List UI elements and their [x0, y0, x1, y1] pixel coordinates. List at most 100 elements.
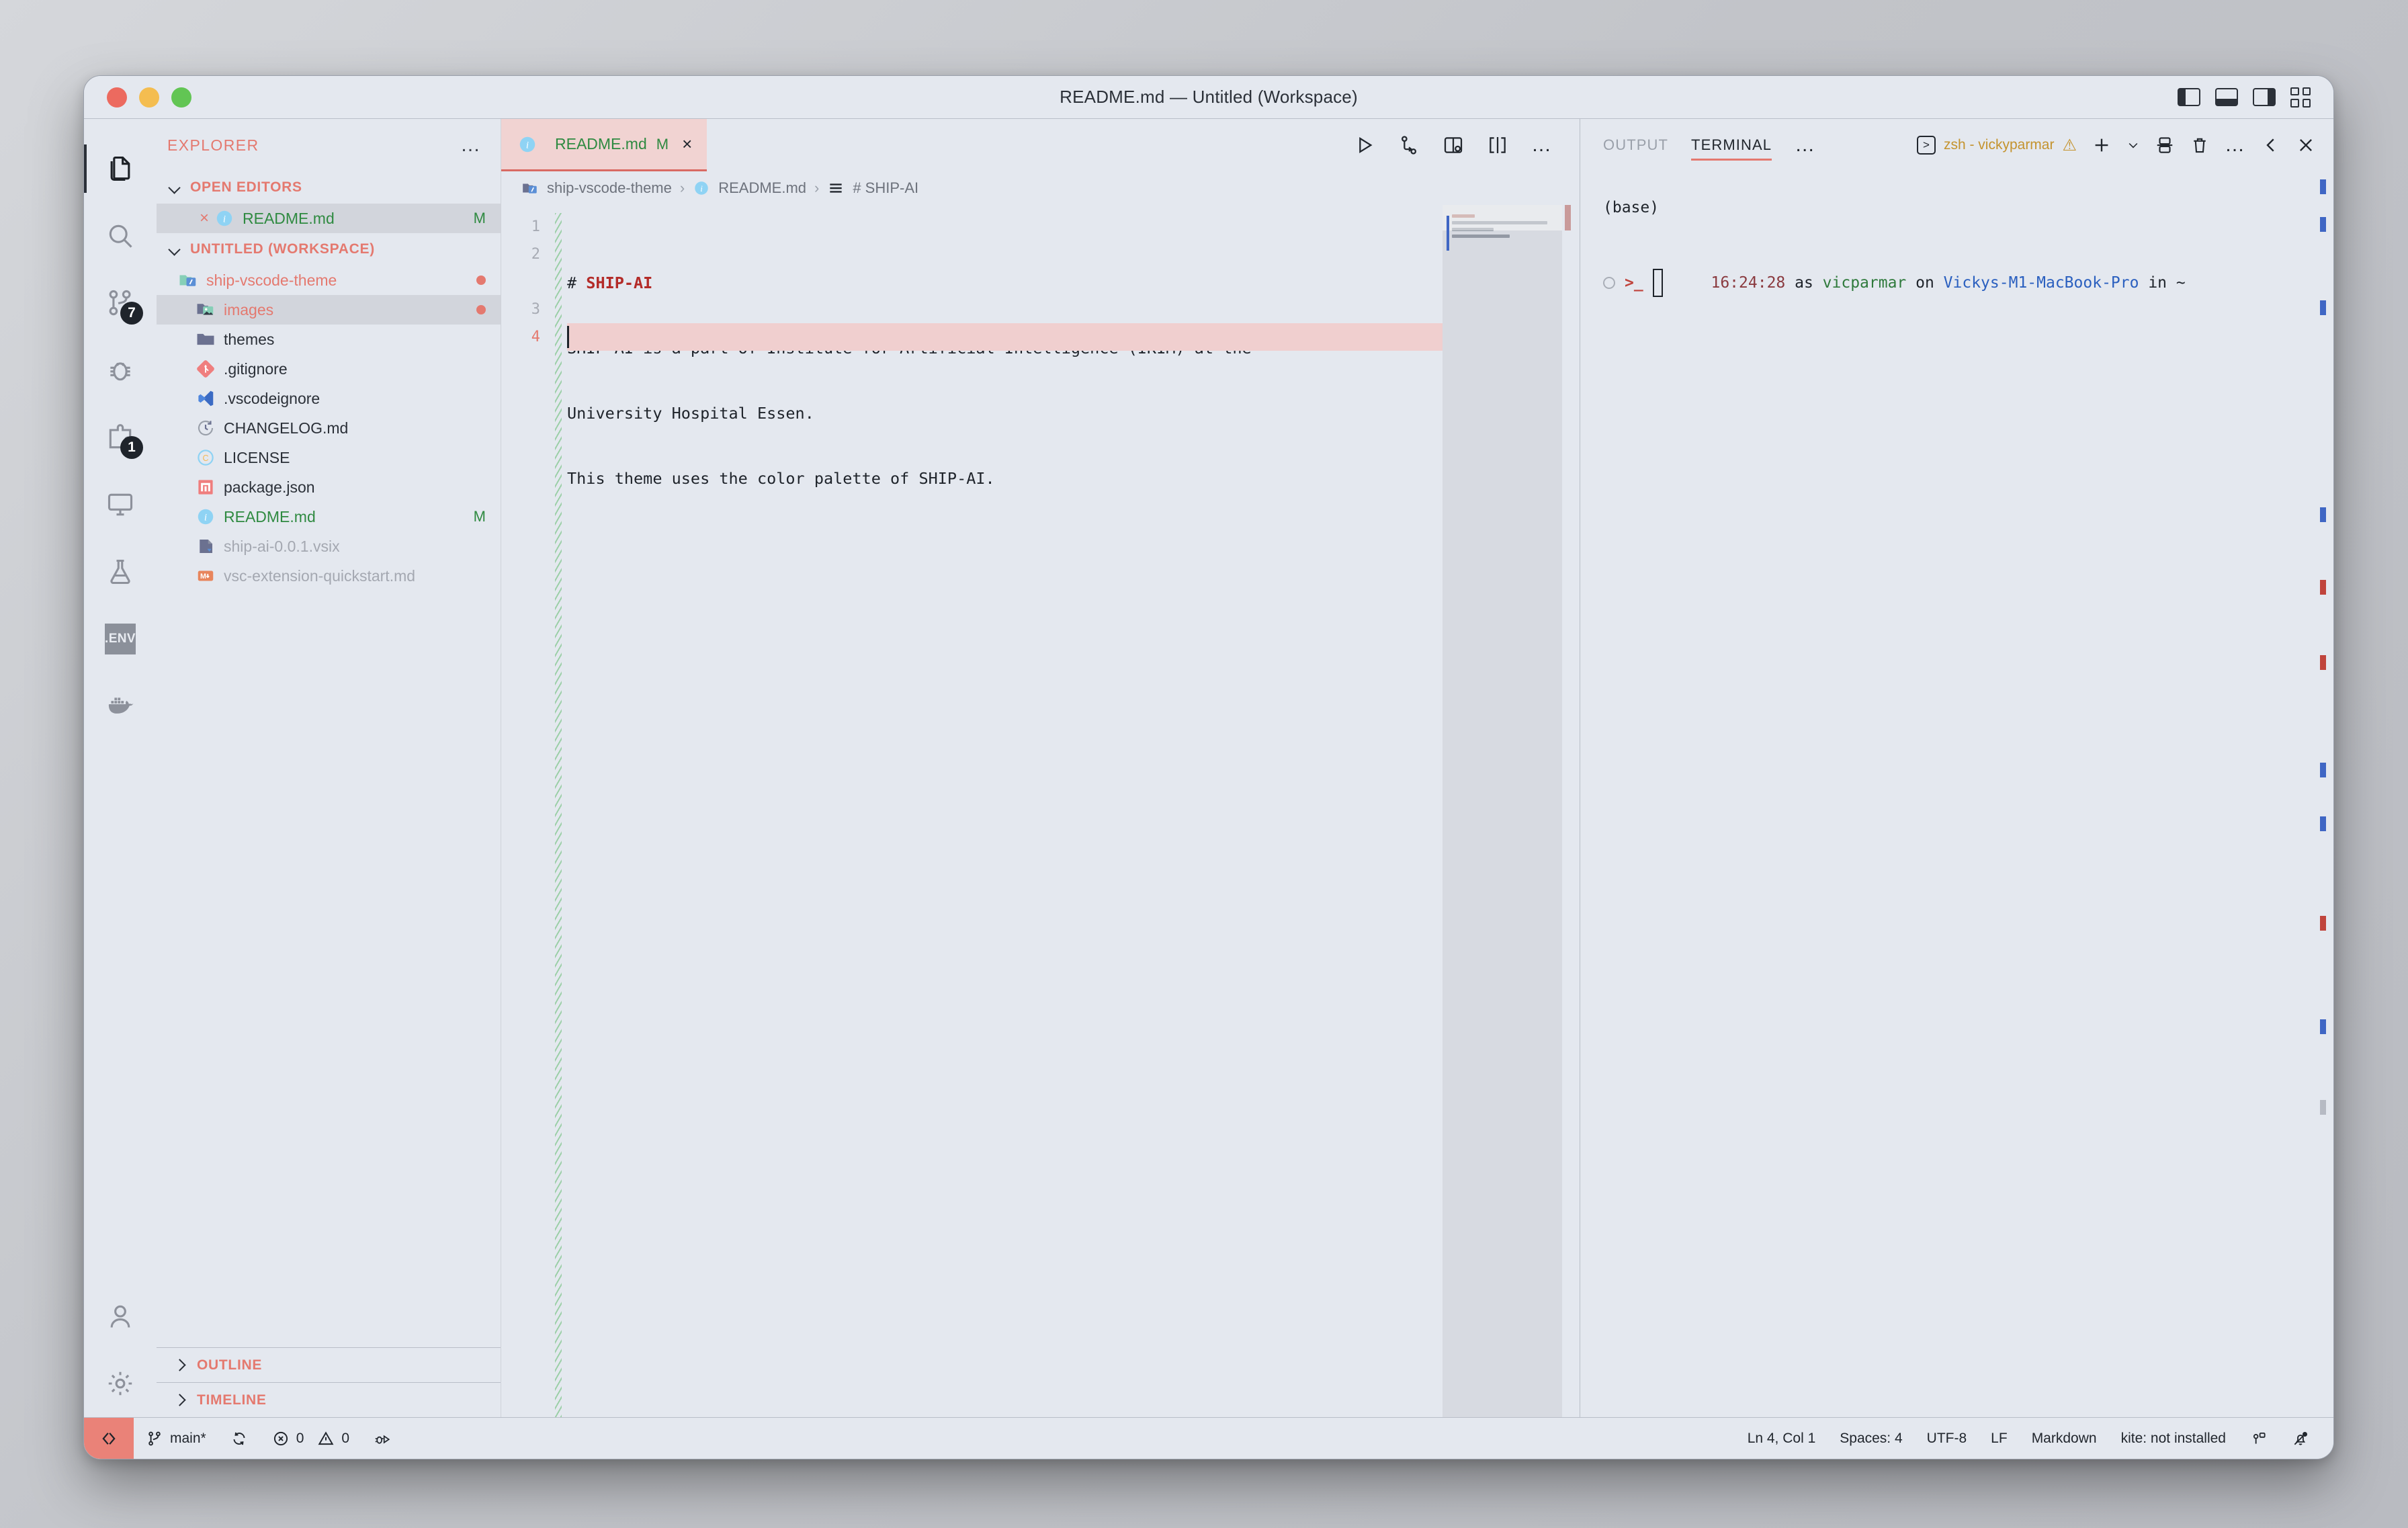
- vscode-window: README.md — Untitled (Workspace): [83, 75, 2334, 1459]
- section-outline[interactable]: OUTLINE: [157, 1347, 501, 1382]
- tree-item-package-json[interactable]: package.json: [157, 472, 501, 502]
- activity-item-source-control[interactable]: 7: [84, 269, 157, 337]
- tree-item-quickstart[interactable]: M vsc-extension-quickstart.md: [157, 561, 501, 591]
- editor-scrollbar[interactable]: [1562, 205, 1580, 1417]
- breadcrumb-item-folder[interactable]: ship-vscode-theme: [547, 179, 672, 197]
- terminal-output[interactable]: (base) 16:24:28 as vicparmar on Vickys-M…: [1580, 171, 2333, 1417]
- minimap-slider[interactable]: [1443, 205, 1562, 230]
- chevron-left-icon[interactable]: [2261, 135, 2281, 155]
- terminal-more-actions-icon[interactable]: …: [2225, 142, 2246, 148]
- tree-item-images[interactable]: images: [157, 295, 501, 325]
- activity-item-settings[interactable]: [84, 1350, 157, 1417]
- panel-header: OUTPUT TERMINAL … > zsh - vickyparmar ⚠ …: [1580, 119, 2333, 171]
- breadcrumb-item-file[interactable]: README.md: [718, 179, 806, 197]
- tree-item-readme[interactable]: i README.md M: [157, 502, 501, 532]
- open-editor-readme[interactable]: × i README.md M: [157, 204, 501, 233]
- status-remote-tunnel[interactable]: [2238, 1430, 2280, 1447]
- terminal-scrollbar[interactable]: [2316, 171, 2333, 1417]
- toggle-secondary-sidebar-icon[interactable]: [2253, 88, 2276, 106]
- tree-item-vscodeignore[interactable]: .vscodeignore: [157, 384, 501, 413]
- tree-item-label: themes: [224, 331, 274, 349]
- breadcrumb-item-symbol[interactable]: # SHIP-AI: [853, 179, 918, 197]
- editor-area: 1 2 3 4 # SHIP-AI SHIP-AI is a part of I…: [501, 205, 1580, 1417]
- section-timeline[interactable]: TIMELINE: [157, 1382, 501, 1417]
- status-git-branch[interactable]: main*: [134, 1418, 218, 1459]
- status-kite[interactable]: kite: not installed: [2109, 1431, 2238, 1447]
- tab-output[interactable]: OUTPUT: [1603, 119, 1668, 171]
- code-line-2-wrap: University Hospital Essen.: [567, 400, 1443, 427]
- warning-icon: ⚠: [2062, 136, 2077, 155]
- npm-icon: [196, 477, 216, 497]
- status-problems[interactable]: 0 0: [260, 1418, 361, 1459]
- section-untitled-workspace[interactable]: UNTITLED (WORKSPACE): [157, 233, 501, 265]
- indent-guide: [555, 213, 562, 1417]
- tree-item-themes[interactable]: themes: [157, 325, 501, 354]
- chevron-down-icon: [167, 180, 182, 195]
- tab-terminal[interactable]: TERMINAL: [1691, 119, 1772, 171]
- status-cursor-position[interactable]: Ln 4, Col 1: [1735, 1431, 1828, 1447]
- modified-dot: [476, 305, 486, 314]
- code-line-4: [567, 530, 1443, 558]
- activity-item-testing[interactable]: [84, 538, 157, 605]
- status-indentation[interactable]: Spaces: 4: [1828, 1431, 1914, 1447]
- status-encoding[interactable]: UTF-8: [1915, 1431, 1979, 1447]
- folder-icon: [196, 329, 216, 349]
- toggle-primary-sidebar-icon[interactable]: [2178, 88, 2200, 106]
- compare-changes-icon[interactable]: [1398, 134, 1420, 156]
- plus-icon[interactable]: [2092, 135, 2112, 155]
- code-viewport[interactable]: 1 2 3 4 # SHIP-AI SHIP-AI is a part of I…: [501, 205, 1443, 1417]
- folder-open-code-icon: [521, 179, 539, 197]
- folding-strip[interactable]: [550, 205, 567, 1417]
- tree-item-vsix[interactable]: ship-ai-0.0.1.vsix: [157, 532, 501, 561]
- vscode-icon: [196, 388, 216, 409]
- tab-close-icon[interactable]: ×: [682, 134, 692, 155]
- split-terminal-icon[interactable]: [2155, 135, 2175, 155]
- activity-item-remote-explorer[interactable]: [84, 471, 157, 538]
- activity-item-accounts[interactable]: [84, 1283, 157, 1350]
- git-icon: [196, 359, 216, 379]
- minimap[interactable]: [1443, 205, 1562, 1417]
- status-notifications[interactable]: [2280, 1430, 2321, 1447]
- status-bar: main* 0 0 Ln 4, Col 1 Spaces: 4 UTF-8 LF…: [84, 1417, 2333, 1459]
- section-open-editors[interactable]: OPEN EDITORS: [157, 171, 501, 204]
- terminal-username: vicparmar: [1823, 274, 1907, 292]
- tree-item-license[interactable]: C LICENSE: [157, 443, 501, 472]
- close-icon[interactable]: [2296, 135, 2316, 155]
- activity-item-run-and-debug[interactable]: [84, 337, 157, 404]
- activity-item-dotenv[interactable]: .ENV: [84, 605, 157, 673]
- panel-more-views-icon[interactable]: …: [1795, 142, 1816, 148]
- scroll-marker: [2320, 916, 2326, 931]
- trash-icon[interactable]: [2190, 135, 2210, 155]
- tree-item-label: package.json: [224, 478, 315, 497]
- symbol-string-icon: [827, 179, 845, 197]
- preview-side-icon[interactable]: [1443, 134, 1464, 156]
- code-content[interactable]: # SHIP-AI SHIP-AI is a part of Institute…: [567, 205, 1443, 1417]
- tree-item-label: images: [224, 301, 273, 319]
- activity-item-docker[interactable]: [84, 673, 157, 740]
- status-remote-host[interactable]: [84, 1418, 134, 1459]
- status-run-debug[interactable]: [361, 1418, 403, 1459]
- status-language-mode[interactable]: Markdown: [2020, 1431, 2109, 1447]
- activity-item-explorer[interactable]: [84, 135, 157, 202]
- terminal-tab-chip[interactable]: > zsh - vickyparmar ⚠: [1917, 136, 2077, 155]
- activity-item-search[interactable]: [84, 202, 157, 269]
- toggle-panel-icon[interactable]: [2215, 88, 2238, 106]
- close-icon[interactable]: ×: [194, 209, 214, 228]
- split-editor-icon[interactable]: [1487, 134, 1508, 156]
- tree-item-label: vsc-extension-quickstart.md: [224, 567, 415, 585]
- tab-readme-md[interactable]: i README.md M ×: [501, 119, 707, 171]
- status-eol[interactable]: LF: [1979, 1431, 2020, 1447]
- sidebar-title: EXPLORER: [167, 136, 259, 155]
- status-sync-changes[interactable]: [218, 1418, 260, 1459]
- play-icon[interactable]: [1354, 134, 1375, 156]
- warning-icon: [317, 1430, 335, 1447]
- tree-item-changelog[interactable]: CHANGELOG.md: [157, 413, 501, 443]
- editor-more-actions-icon[interactable]: …: [1531, 142, 1553, 148]
- sidebar-more-actions-icon[interactable]: …: [460, 142, 482, 148]
- panel-actions: > zsh - vickyparmar ⚠ …: [1917, 135, 2316, 155]
- chevron-right-icon: [174, 1358, 189, 1373]
- tree-item-gitignore[interactable]: .gitignore: [157, 354, 501, 384]
- chevron-down-icon[interactable]: [2126, 138, 2140, 152]
- tree-item-ship-vscode-theme[interactable]: ship-vscode-theme: [157, 265, 501, 295]
- activity-item-extensions[interactable]: 1: [84, 404, 157, 471]
